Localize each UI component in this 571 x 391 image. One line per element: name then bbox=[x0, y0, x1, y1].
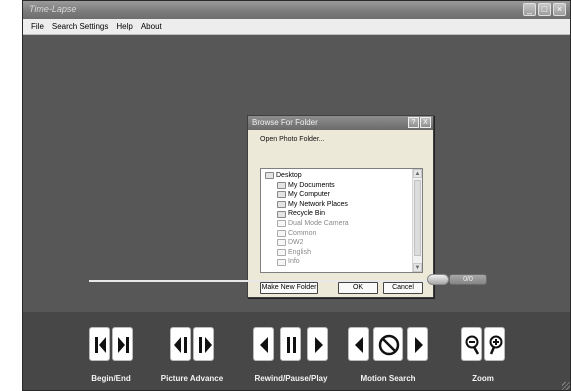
frame-counter: 0/0 bbox=[449, 274, 487, 285]
tree-node[interactable]: Dual Mode Camera bbox=[261, 219, 411, 229]
close-button[interactable]: × bbox=[553, 3, 566, 16]
no-motion-icon bbox=[378, 334, 400, 356]
dialog-title-bar: Browse For Folder ? X bbox=[248, 116, 433, 130]
motion-search-back-button[interactable] bbox=[348, 327, 369, 361]
play-button[interactable] bbox=[307, 327, 328, 361]
tree-node-label: English bbox=[288, 248, 311, 256]
rewind-icon bbox=[260, 337, 268, 353]
minimize-icon: _ bbox=[526, 4, 532, 14]
title-bar: Time-Lapse _ □ × bbox=[23, 1, 570, 19]
rewind-button[interactable] bbox=[253, 327, 274, 361]
zoom-out-icon bbox=[465, 335, 480, 355]
dialog-close-button[interactable]: X bbox=[420, 117, 431, 128]
maximize-button[interactable]: □ bbox=[538, 3, 551, 16]
next-picture-button[interactable] bbox=[193, 327, 214, 361]
end-button[interactable] bbox=[112, 327, 133, 361]
tree-node[interactable]: Info bbox=[261, 257, 411, 267]
previous-picture-button[interactable] bbox=[170, 327, 191, 361]
pause-button[interactable] bbox=[280, 327, 301, 361]
window-title: Time-Lapse bbox=[29, 4, 77, 14]
tree-node-label: My Network Places bbox=[288, 200, 348, 208]
tree-node[interactable]: Recycle Bin bbox=[261, 209, 411, 219]
menu-help[interactable]: Help bbox=[116, 19, 132, 35]
close-icon: × bbox=[556, 4, 563, 14]
folder-icon bbox=[277, 191, 286, 199]
scroll-up-icon[interactable]: ▲ bbox=[413, 169, 422, 178]
tree-node-label: My Computer bbox=[288, 191, 331, 199]
folder-icon bbox=[277, 181, 286, 189]
control-bar: Begin/End Picture Advance Rewind/Pause/P… bbox=[23, 312, 570, 390]
tree-node[interactable]: DW2 bbox=[261, 238, 411, 248]
skip-to-end-icon bbox=[118, 337, 129, 353]
desktop-icon bbox=[265, 172, 274, 180]
tree-node-label: DW2 bbox=[288, 239, 304, 247]
tree-node-label: My Documents bbox=[288, 181, 335, 189]
begin-end-label: Begin/End bbox=[91, 374, 131, 383]
tree-scrollbar[interactable]: ▲ ▼ bbox=[412, 169, 422, 272]
tree-node-label: Info bbox=[288, 258, 300, 266]
menu-search-settings[interactable]: Search Settings bbox=[52, 19, 108, 35]
motion-search-forward-button[interactable] bbox=[407, 327, 428, 361]
timeline-slider-handle[interactable] bbox=[427, 274, 449, 285]
folder-icon bbox=[277, 201, 286, 209]
tree-node[interactable]: Common bbox=[261, 229, 411, 239]
picture-advance-label: Picture Advance bbox=[160, 374, 224, 383]
next-picture-icon bbox=[199, 337, 212, 353]
skip-to-begin-icon bbox=[95, 337, 106, 353]
folder-icon bbox=[277, 220, 286, 228]
scroll-thumb[interactable] bbox=[414, 180, 421, 256]
make-new-folder-button[interactable]: Make New Folder bbox=[260, 282, 318, 294]
tree-node[interactable]: Desktop bbox=[261, 171, 411, 181]
play-icon bbox=[315, 337, 323, 353]
menu-about[interactable]: About bbox=[141, 19, 162, 35]
maximize-icon: □ bbox=[541, 4, 548, 14]
tree-node-label: Desktop bbox=[276, 172, 302, 179]
folder-icon bbox=[277, 239, 286, 247]
motion-search-stop-button[interactable] bbox=[373, 327, 403, 361]
previous-picture-icon bbox=[174, 337, 187, 353]
cancel-button[interactable]: Cancel bbox=[383, 282, 423, 294]
menu-file[interactable]: File bbox=[31, 19, 44, 35]
zoom-out-button[interactable] bbox=[461, 327, 482, 361]
motion-search-label: Motion Search bbox=[360, 374, 416, 383]
scroll-down-icon[interactable]: ▼ bbox=[413, 263, 422, 272]
timeline-track[interactable] bbox=[89, 280, 439, 282]
pause-icon bbox=[287, 337, 296, 353]
begin-button[interactable] bbox=[89, 327, 110, 361]
rewind-pause-play-label: Rewind/Pause/Play bbox=[254, 374, 328, 383]
dialog-title: Browse For Folder bbox=[252, 118, 318, 127]
folder-icon bbox=[277, 229, 286, 237]
minimize-button[interactable]: _ bbox=[523, 3, 536, 16]
tree-node-label: Dual Mode Camera bbox=[288, 219, 349, 227]
zoom-in-button[interactable] bbox=[484, 327, 505, 361]
zoom-in-icon bbox=[489, 335, 503, 355]
tree-node[interactable]: My Computer bbox=[261, 190, 411, 200]
folder-icon bbox=[277, 249, 286, 257]
close-icon: X bbox=[423, 119, 428, 126]
search-forward-icon bbox=[415, 337, 423, 353]
tree-node-label: Common bbox=[288, 229, 317, 237]
ok-button[interactable]: OK bbox=[338, 282, 378, 294]
folder-tree[interactable]: Desktop My Documents My Computer My Network… bbox=[260, 168, 423, 273]
tree-node[interactable]: English bbox=[261, 248, 411, 258]
menu-bar: File Search Settings Help About bbox=[23, 19, 570, 35]
browse-folder-dialog: Browse For Folder ? X Open Photo Folder.… bbox=[247, 115, 434, 298]
viewer-area: Browse For Folder ? X Open Photo Folder.… bbox=[23, 35, 570, 390]
folder-icon bbox=[277, 210, 286, 218]
folder-icon bbox=[277, 258, 286, 266]
resize-grip[interactable] bbox=[562, 382, 570, 390]
dialog-caption: Open Photo Folder... bbox=[260, 136, 325, 143]
zoom-label: Zoom bbox=[472, 374, 494, 383]
tree-node-label: Recycle Bin bbox=[288, 210, 325, 218]
app-window: Time-Lapse _ □ × File Search Settings He… bbox=[22, 0, 571, 391]
search-back-icon bbox=[355, 337, 363, 353]
tree-node[interactable]: My Documents bbox=[261, 181, 411, 191]
tree-node[interactable]: My Network Places bbox=[261, 200, 411, 210]
dialog-help-button[interactable]: ? bbox=[408, 117, 419, 128]
help-icon: ? bbox=[411, 119, 416, 126]
